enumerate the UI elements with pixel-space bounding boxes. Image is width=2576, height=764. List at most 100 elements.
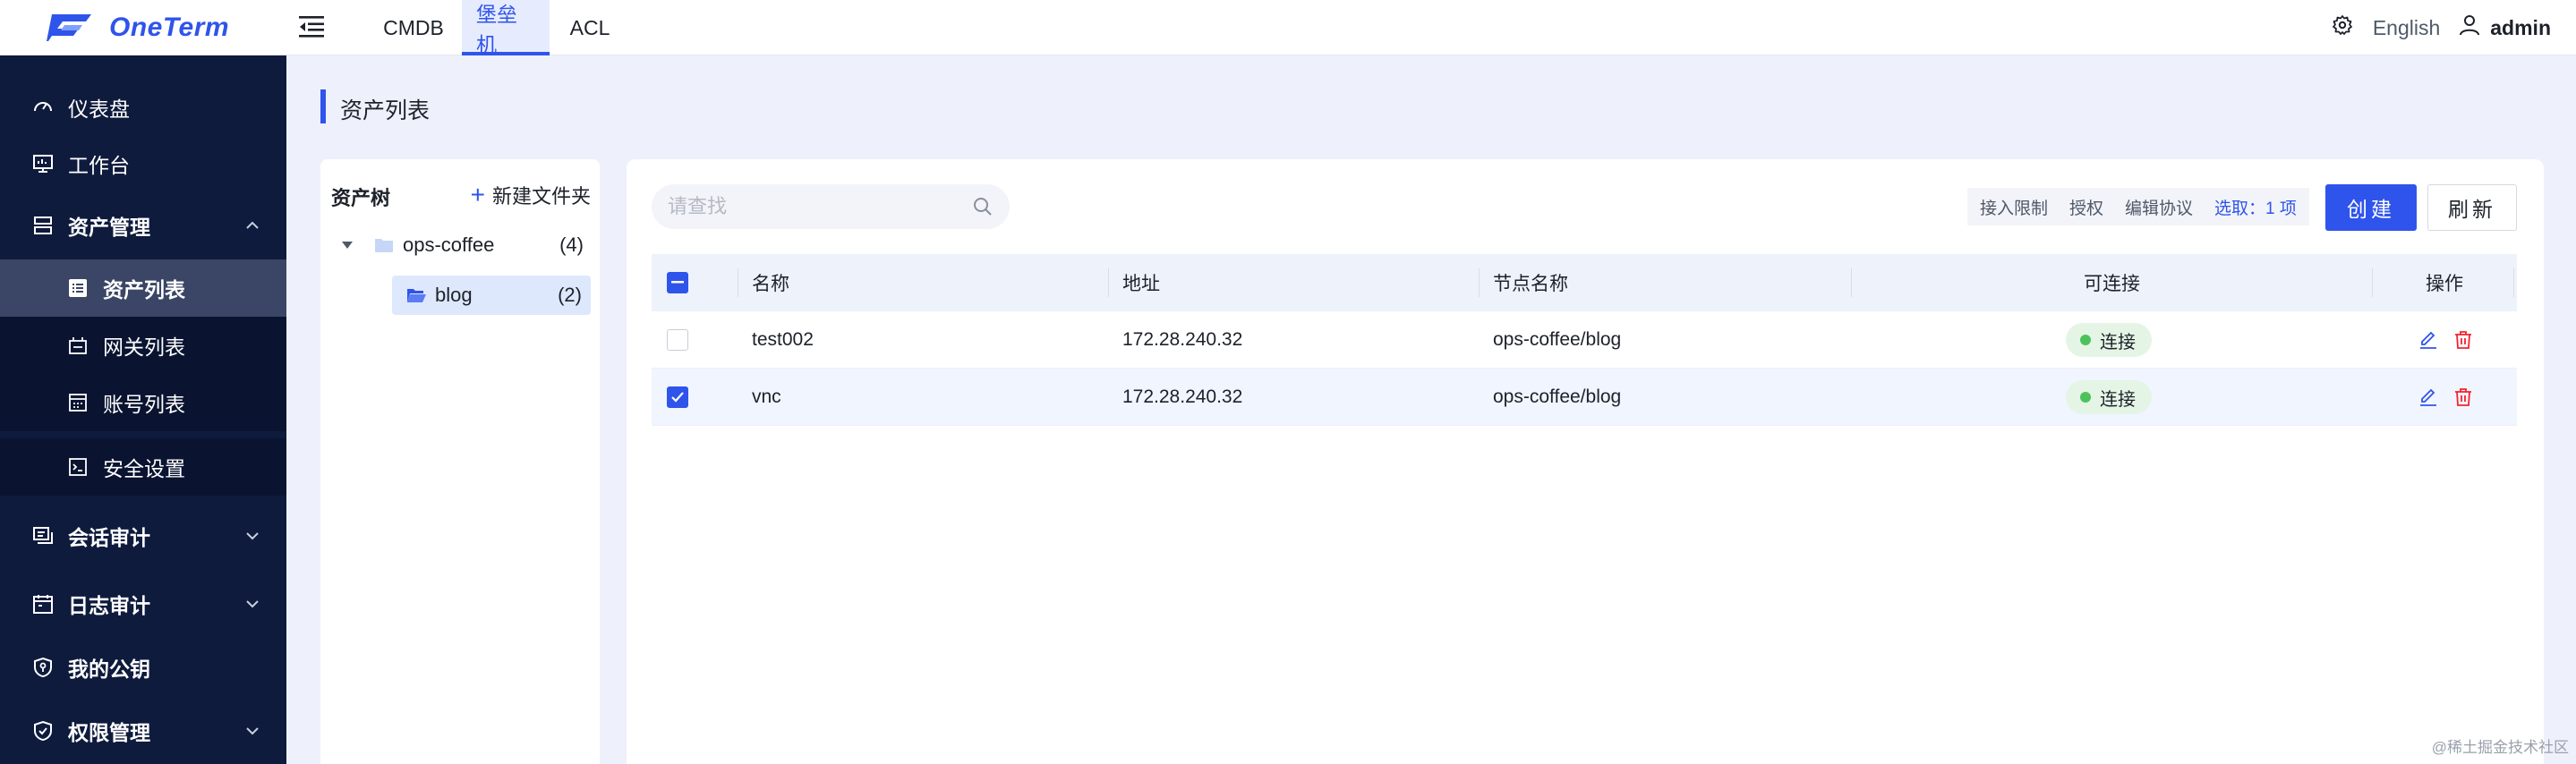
folder-icon [375,239,393,252]
app-logo[interactable]: OneTerm [47,13,229,43]
user-menu[interactable]: admin [2490,16,2551,40]
cell-name: vnc [752,386,781,407]
page-title-accent [320,89,326,123]
sidebar-item-asset-management[interactable]: 资产管理 [0,197,286,254]
select-all-checkbox[interactable] [667,254,688,311]
app-name: OneTerm [109,13,230,42]
column-header-address[interactable]: 地址 [1122,254,1160,311]
sidebar: 仪表盘 工作台 资产管理 资产列表 网关列表 账号列表 安全设置 会话审计 日志… [0,55,286,764]
sidebar-item-label: 工作台 [68,154,130,177]
edit-protocol-button[interactable]: 编辑协议 [2125,195,2193,219]
sidebar-item-my-public-key[interactable]: 我的公钥 [0,639,286,696]
calendar-icon [33,595,53,614]
dashboard-icon [34,102,52,112]
sidebar-item-dashboard[interactable]: 仪表盘 [0,79,286,136]
chevron-up-icon [246,221,259,229]
table-row[interactable]: test002 172.28.240.32 ops-coffee/blog 连接 [652,311,2517,369]
sidebar-item-account-list[interactable]: 账号列表 [0,374,286,431]
status-dot-icon [2080,335,2091,345]
sidebar-item-label: 我的公钥 [68,658,150,681]
cell-node: ops-coffee/blog [1493,386,1622,407]
language-switch[interactable]: English [2373,16,2440,40]
sidebar-item-log-audit[interactable]: 日志审计 [0,575,286,632]
asset-list-panel: 接入限制 授权 编辑协议 选取：1 项 创建 刷新 名称 地址 节点名称 可连接… [627,159,2544,764]
user-icon [2460,14,2480,41]
gear-icon [2332,15,2352,35]
sidebar-item-security-settings[interactable]: 安全设置 [0,438,286,496]
column-header-name[interactable]: 名称 [752,254,789,311]
delete-icon[interactable] [2454,387,2472,407]
new-folder-button[interactable]: + 新建文件夹 [471,181,591,209]
access-limit-button[interactable]: 接入限制 [1980,195,2048,219]
search-input[interactable] [668,184,954,229]
sidebar-toggle-button[interactable] [299,14,326,39]
server-icon [34,216,52,234]
connect-button[interactable]: 连接 [2066,311,2152,369]
nav-tab-cmdb[interactable]: CMDB [365,0,462,55]
workbench-icon [33,155,53,173]
refresh-button[interactable]: 刷新 [2427,184,2517,231]
delete-icon[interactable] [2454,330,2472,350]
tree-node-label: ops-coffee [403,233,495,256]
search-icon[interactable] [972,196,994,217]
row-checkbox[interactable] [667,369,688,426]
sidebar-item-asset-list[interactable]: 资产列表 [0,259,286,317]
column-header-node[interactable]: 节点名称 [1493,254,1568,311]
session-icon [33,527,53,544]
row-checkbox[interactable] [667,311,688,369]
connect-button[interactable]: 连接 [2066,369,2152,426]
sidebar-item-label: 仪表盘 [68,98,130,121]
authorize-button[interactable]: 授权 [2069,195,2103,219]
selected-count: 选取：1 项 [2214,199,2297,218]
status-label: 连接 [2100,332,2136,352]
sidebar-item-label: 资产管理 [68,216,150,239]
edit-icon[interactable] [2418,330,2438,350]
settings-button[interactable] [2332,14,2353,41]
account-icon [69,394,87,412]
sidebar-item-session-audit[interactable]: 会话审计 [0,507,286,565]
batch-action-bar: 接入限制 授权 编辑协议 选取：1 项 [1967,188,2309,225]
asset-tree-panel: 资产树 + 新建文件夹 ops-coffee (4) blog (2) [320,159,600,764]
tree-node-ops-coffee[interactable]: ops-coffee (4) [342,227,593,263]
edit-icon[interactable] [2418,387,2438,407]
checkbox-icon [667,329,688,351]
plus-icon: + [470,181,485,208]
oneterm-logo-icon [47,14,91,41]
status-label: 连接 [2100,389,2136,410]
row-actions [2418,369,2472,426]
search-box [652,184,1010,229]
cell-address: 172.28.240.32 [1122,329,1243,350]
sidebar-item-label: 账号列表 [103,393,185,416]
nav-tab-acl[interactable]: ACL [550,0,630,55]
top-nav: CMDB 堡垒机 ACL [365,0,630,56]
sidebar-item-label: 网关列表 [103,335,185,359]
key-shield-icon [34,657,52,678]
nav-tab-bastion[interactable]: 堡垒机 [462,0,550,56]
column-header-actions: 操作 [2426,274,2463,294]
sidebar-item-label: 安全设置 [103,457,185,480]
table-header: 名称 地址 节点名称 可连接 操作 [652,254,2517,311]
sidebar-item-permission-management[interactable]: 权限管理 [0,702,286,760]
create-button[interactable]: 创建 [2325,184,2417,231]
sidebar-item-gateway-list[interactable]: 网关列表 [0,317,286,374]
sidebar-item-label: 日志审计 [68,594,150,617]
tree-node-count: (2) [558,284,582,306]
menu-fold-icon [299,16,324,38]
caret-down-icon[interactable] [342,242,353,249]
status-badge: 连接 [2066,380,2152,414]
cell-name: test002 [752,329,814,350]
list-icon [69,279,87,297]
terminal-icon [69,458,87,476]
sidebar-item-workbench[interactable]: 工作台 [0,135,286,192]
page-title: 资产列表 [340,98,431,123]
column-header-connectable[interactable]: 可连接 [2084,254,2140,311]
chevron-down-icon [246,727,259,735]
sidebar-item-label: 权限管理 [68,721,150,744]
status-dot-icon [2080,392,2091,403]
header-right: English admin [2332,0,2551,55]
indeterminate-checkbox-icon [667,272,688,293]
table-row[interactable]: vnc 172.28.240.32 ops-coffee/blog 连接 [652,369,2517,426]
chevron-down-icon [246,532,259,540]
tree-node-blog[interactable]: blog (2) [392,276,591,315]
tree-node-count: (4) [559,233,584,256]
